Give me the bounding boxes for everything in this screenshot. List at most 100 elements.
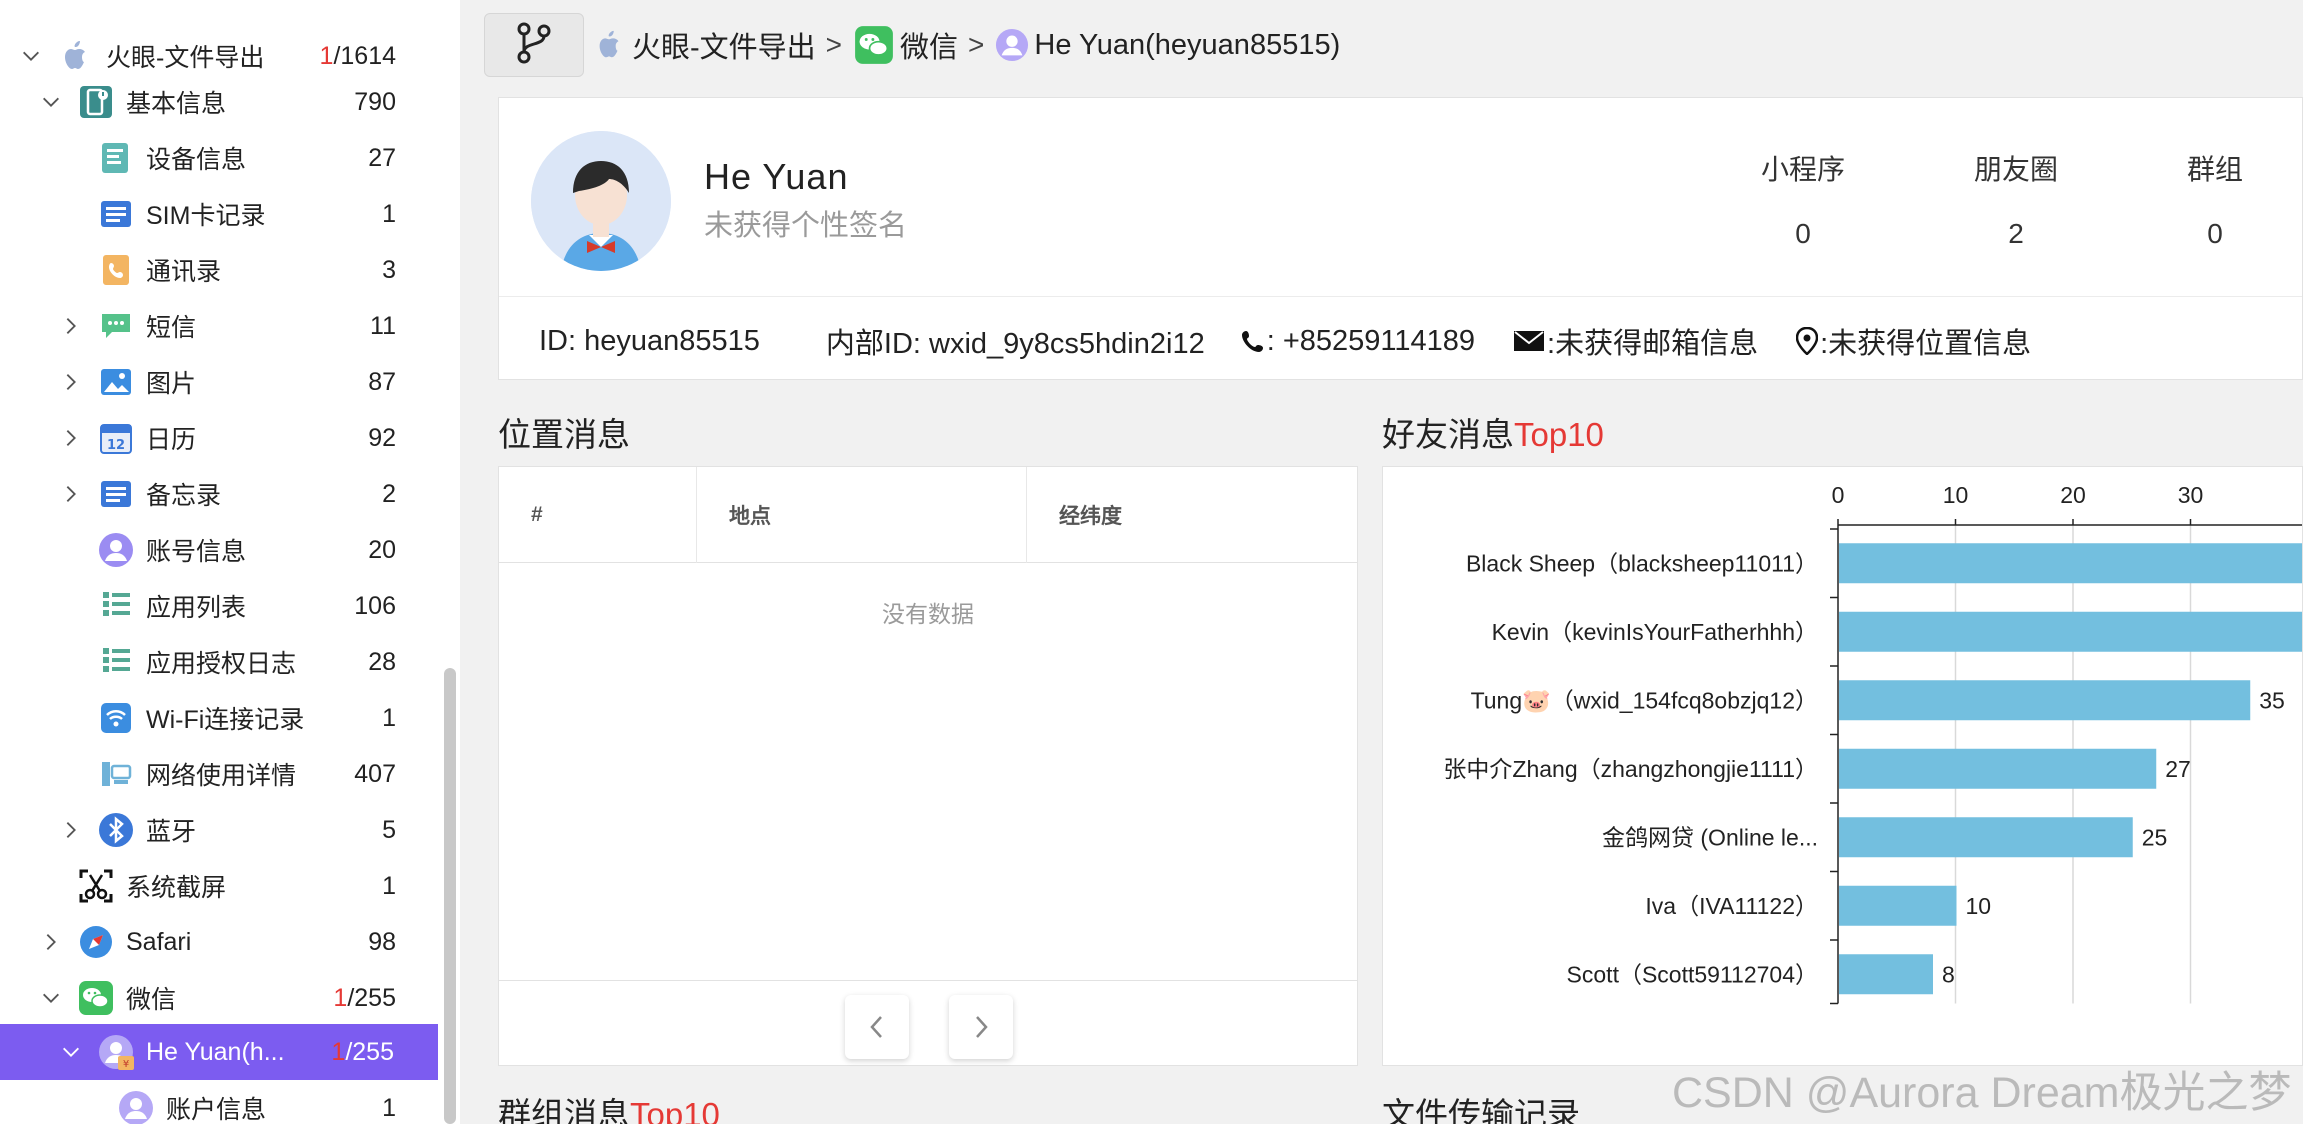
x-tick-label: 30 bbox=[2178, 482, 2204, 508]
column-header-coordinates[interactable]: 经纬度 bbox=[1027, 467, 1357, 563]
empty-state-text: 没有数据 bbox=[882, 601, 974, 627]
stat-groups[interactable]: 群组 0 bbox=[2135, 148, 2295, 250]
tree-item-label: He Yuan(h... bbox=[146, 1037, 285, 1066]
tree-item-count: 407 bbox=[354, 759, 396, 788]
tree-item-label: 蓝牙 bbox=[146, 818, 197, 846]
next-page-button[interactable] bbox=[949, 995, 1013, 1059]
chevron-right-icon[interactable] bbox=[60, 371, 82, 393]
tree-item-sim[interactable]: SIM卡记录 1 bbox=[0, 186, 440, 242]
tree-item-count: 92 bbox=[368, 423, 396, 452]
bar bbox=[1839, 748, 2157, 789]
x-tick-label: 0 bbox=[1832, 482, 1845, 508]
tree-item-sms[interactable]: 短信 11 bbox=[0, 298, 440, 354]
tree-item-count: 5 bbox=[382, 815, 396, 844]
table-header: # 地点 经纬度 bbox=[499, 467, 1357, 563]
data-label: 25 bbox=[2142, 824, 2168, 850]
table-footer-divider bbox=[499, 980, 1357, 981]
breadcrumb-item-wechat[interactable]: 微信 bbox=[852, 23, 958, 67]
profile-info-line: ID: heyuan85515 内部ID: wxid_9y8cs5hdin2i1… bbox=[539, 320, 2069, 362]
svg-text:¥: ¥ bbox=[123, 1059, 129, 1070]
chevron-right-icon[interactable] bbox=[60, 315, 82, 337]
bar bbox=[1839, 954, 1933, 995]
tree-item-app-list[interactable]: 应用列表 106 bbox=[0, 578, 440, 634]
tree-item-safari[interactable]: Safari 98 bbox=[0, 914, 440, 970]
sim-icon bbox=[98, 196, 134, 232]
column-header-place[interactable]: 地点 bbox=[697, 467, 1027, 563]
stat-label: 朋友圈 bbox=[1973, 154, 2058, 185]
tree-item-count: 1/1614 bbox=[319, 41, 396, 70]
tree-item-count: 98 bbox=[368, 927, 396, 956]
breadcrumb-label: 火眼-文件导出 bbox=[632, 32, 816, 64]
tree-item-notes[interactable]: 备忘录 2 bbox=[0, 466, 440, 522]
tree-item-heyuan-account[interactable]: ¥ He Yuan(h... 1/255 bbox=[0, 1024, 438, 1080]
chevron-right-icon[interactable] bbox=[60, 819, 82, 841]
tree-item-bluetooth[interactable]: 蓝牙 5 bbox=[0, 802, 440, 858]
data-label: 10 bbox=[1966, 893, 1992, 919]
breadcrumb-item-export[interactable]: 火眼-文件导出 bbox=[592, 24, 816, 66]
tree-item-count: 87 bbox=[368, 367, 396, 396]
bar-chart: 01020304Black Sheep（blacksheep11011）Kevi… bbox=[1443, 482, 2302, 1005]
breadcrumb-item-account[interactable]: He Yuan(heyuan85515) bbox=[994, 27, 1340, 63]
profile-signature: 未获得个性签名 bbox=[704, 210, 908, 242]
user-icon: ¥ bbox=[98, 1034, 134, 1070]
chevron-right-icon[interactable] bbox=[60, 427, 82, 449]
chevron-down-icon[interactable] bbox=[20, 45, 42, 67]
profile-card: He Yuan 未获得个性签名 小程序 0 朋友圈 2 群组 0 ID: hey… bbox=[498, 97, 2303, 380]
stat-value: 2 bbox=[2008, 218, 2024, 249]
sidebar-tree: 火眼-文件导出 1/1614 基本信息 790 设备信息 27 SIM卡记录 1… bbox=[0, 0, 460, 1124]
network-icon bbox=[98, 756, 134, 792]
stat-moments[interactable]: 朋友圈 2 bbox=[1936, 148, 2096, 250]
location-value: :未获得位置信息 bbox=[1820, 328, 2032, 360]
map-pin-icon bbox=[1796, 327, 1819, 355]
avatar bbox=[531, 131, 671, 271]
envelope-icon bbox=[1514, 331, 1545, 351]
data-label: 8 bbox=[1942, 961, 1955, 987]
chevron-down-icon[interactable] bbox=[60, 1041, 82, 1063]
chevron-right-icon[interactable] bbox=[60, 483, 82, 505]
tree-item-basic-info[interactable]: 基本信息 790 bbox=[0, 74, 440, 130]
bar bbox=[1839, 611, 2302, 652]
stat-mini-programs[interactable]: 小程序 0 bbox=[1723, 148, 1883, 250]
tree-item-account-details[interactable]: 账户信息 1 bbox=[0, 1080, 440, 1124]
bar bbox=[1839, 817, 2133, 858]
bar bbox=[1839, 885, 1957, 926]
sidebar-scrollbar[interactable] bbox=[444, 668, 456, 1124]
account-icon bbox=[98, 532, 134, 568]
breadcrumb-label: He Yuan(heyuan85515) bbox=[1034, 28, 1341, 61]
tree-item-images[interactable]: 图片 87 bbox=[0, 354, 440, 410]
chevron-right-icon bbox=[976, 1016, 988, 1038]
category-label: Black Sheep（blacksheep11011） bbox=[1466, 550, 1818, 576]
prev-page-button[interactable] bbox=[845, 995, 909, 1059]
category-label: Tung🐷（wxid_154fcq8obzjq12） bbox=[1471, 687, 1818, 714]
app-auth-icon bbox=[98, 644, 134, 680]
tree-item-network-usage[interactable]: 网络使用详情 407 bbox=[0, 746, 440, 802]
chevron-down-icon[interactable] bbox=[40, 91, 62, 113]
image-icon bbox=[98, 364, 134, 400]
tree-item-wechat[interactable]: 微信 1/255 bbox=[0, 970, 440, 1026]
branch-button[interactable] bbox=[484, 13, 584, 77]
file-section-title: 文件传输记录 bbox=[1382, 1096, 1580, 1124]
tree-item-screenshot[interactable]: 系统截屏 1 bbox=[0, 858, 440, 914]
phone-info: : +85259114189 bbox=[1241, 325, 1475, 358]
chevron-right-icon[interactable] bbox=[40, 931, 62, 953]
tree-item-device-info[interactable]: 设备信息 27 bbox=[0, 130, 440, 186]
bar bbox=[1839, 680, 2251, 721]
internal-id: 内部ID: wxid_9y8cs5hdin2i12 bbox=[825, 328, 1205, 360]
friend-section-title: 好友消息Top10 bbox=[1382, 416, 1604, 453]
tree-item-wifi[interactable]: Wi-Fi连接记录 1 bbox=[0, 690, 440, 746]
tree-item-calendar[interactable]: 12 日历 92 bbox=[0, 410, 440, 466]
column-header-index[interactable]: # bbox=[499, 467, 697, 563]
wifi-icon bbox=[98, 700, 134, 736]
tree-item-app-auth-log[interactable]: 应用授权日志 28 bbox=[0, 634, 440, 690]
tree-item-count: 790 bbox=[354, 87, 396, 116]
data-label: 35 bbox=[2259, 687, 2285, 713]
chevron-down-icon[interactable] bbox=[40, 987, 62, 1009]
apple-icon bbox=[58, 38, 94, 74]
tree-item-label: 微信 bbox=[126, 986, 177, 1014]
chevron-left-icon bbox=[870, 1016, 882, 1038]
tree-item-count: 1 bbox=[382, 199, 396, 228]
tree-item-contacts[interactable]: 通讯录 3 bbox=[0, 242, 440, 298]
tree-item-account-info[interactable]: 账号信息 20 bbox=[0, 522, 440, 578]
tree-item-count: 1/255 bbox=[333, 983, 396, 1012]
tree-item-count: 1 bbox=[382, 871, 396, 900]
